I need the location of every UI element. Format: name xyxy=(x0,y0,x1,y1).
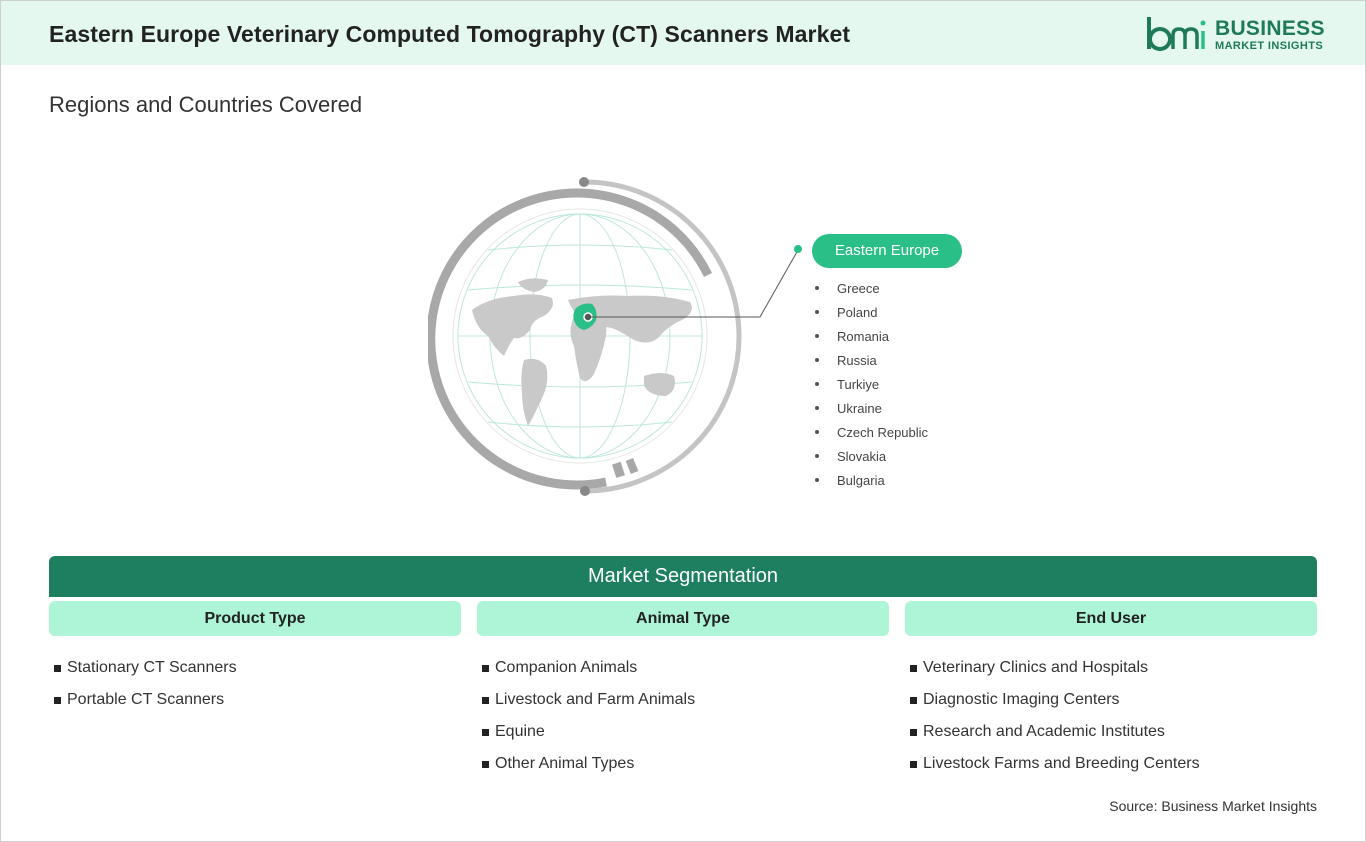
country-item: Bulgaria xyxy=(815,468,928,492)
region-label-pill: Eastern Europe xyxy=(812,234,962,268)
country-item: Romania xyxy=(815,324,928,348)
segment-column-animal-type: Animal Type Companion Animals Livestock … xyxy=(477,601,889,780)
segment-item: Livestock Farms and Breeding Centers xyxy=(910,748,1317,780)
country-item: Czech Republic xyxy=(815,420,928,444)
bmi-logo: BUSINESS MARKET INSIGHTS xyxy=(1145,13,1325,57)
country-item: Poland xyxy=(815,300,928,324)
segment-item: Veterinary Clinics and Hospitals xyxy=(910,652,1317,684)
segment-item: Diagnostic Imaging Centers xyxy=(910,684,1317,716)
segment-item: Stationary CT Scanners xyxy=(54,652,461,684)
arc-tick-2 xyxy=(625,458,639,474)
arc-end-dot-top xyxy=(579,177,589,187)
segment-item: Other Animal Types xyxy=(482,748,889,780)
segment-item: Companion Animals xyxy=(482,652,889,684)
country-list: Greece Poland Romania Russia Turkiye Ukr… xyxy=(815,276,928,492)
country-item: Greece xyxy=(815,276,928,300)
segmentation-title: Market Segmentation xyxy=(49,556,1317,597)
segment-heading: Animal Type xyxy=(477,601,889,636)
logo-text-market-insights: MARKET INSIGHTS xyxy=(1215,40,1324,52)
segment-heading: Product Type xyxy=(49,601,461,636)
segment-item: Livestock and Farm Animals xyxy=(482,684,889,716)
region-marker xyxy=(583,312,593,322)
globe-map xyxy=(428,177,742,496)
segment-column-product-type: Product Type Stationary CT Scanners Port… xyxy=(49,601,461,716)
segment-item: Equine xyxy=(482,716,889,748)
source-note: Source: Business Market Insights xyxy=(1109,798,1317,814)
arc-tick-1 xyxy=(612,461,625,478)
logo-text-business: BUSINESS xyxy=(1215,17,1325,40)
header-bar: Eastern Europe Veterinary Computed Tomog… xyxy=(1,1,1365,65)
section-title: Regions and Countries Covered xyxy=(49,92,363,117)
page-title: Eastern Europe Veterinary Computed Tomog… xyxy=(49,21,851,47)
segment-item: Research and Academic Institutes xyxy=(910,716,1317,748)
country-item: Russia xyxy=(815,348,928,372)
country-item: Slovakia xyxy=(815,444,928,468)
country-item: Turkiye xyxy=(815,372,928,396)
arc-end-dot-bottom xyxy=(580,486,590,496)
country-item: Ukraine xyxy=(815,396,928,420)
segment-item: Portable CT Scanners xyxy=(54,684,461,716)
bmi-logo-icon xyxy=(1147,17,1206,51)
segment-heading: End User xyxy=(905,601,1317,636)
segment-column-end-user: End User Veterinary Clinics and Hospital… xyxy=(905,601,1317,780)
